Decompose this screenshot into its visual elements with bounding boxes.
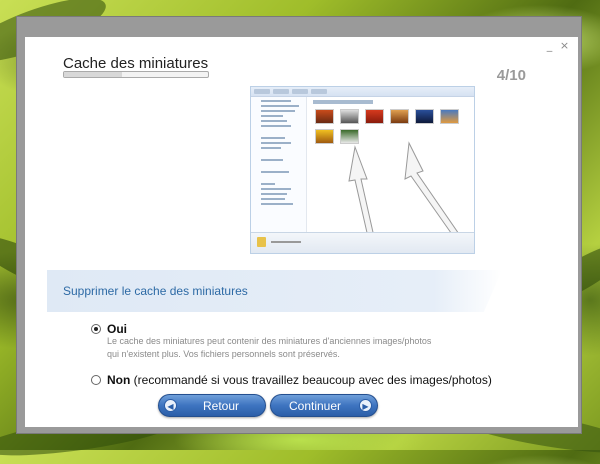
progress-fill xyxy=(64,72,122,77)
explorer-preview-image xyxy=(250,86,475,254)
back-button-label: Retour xyxy=(202,398,240,413)
window-controls: _ × xyxy=(544,40,570,52)
page-title: Cache des miniatures xyxy=(63,55,209,72)
radio-yes[interactable] xyxy=(91,324,101,334)
step-counter: 4/10 xyxy=(496,67,526,84)
progress-bar xyxy=(63,71,209,78)
wizard-dialog: _ × Cache des miniatures 4/10 Supprimer … xyxy=(25,37,578,427)
continue-button[interactable]: Continuer ▶ xyxy=(270,394,378,417)
arrow-right-icon: ▶ xyxy=(359,399,372,412)
option-yes-label: Oui xyxy=(107,322,127,336)
option-no[interactable]: Non (recommandé si vous travaillez beauc… xyxy=(91,373,492,387)
close-button[interactable]: × xyxy=(559,40,570,52)
minimize-button[interactable]: _ xyxy=(544,40,555,52)
preview-statusbar xyxy=(251,232,474,253)
description-line: Le cache des miniatures peut contenir de… xyxy=(107,336,432,346)
option-yes-description: Le cache des miniatures peut contenir de… xyxy=(107,335,447,361)
arrow-shape xyxy=(404,141,462,241)
continue-button-label: Continuer xyxy=(288,398,342,413)
option-no-hint: (recommandé si vous travaillez beaucoup … xyxy=(130,373,492,387)
radio-no[interactable] xyxy=(91,375,101,385)
arrow-left-icon: ◀ xyxy=(164,399,177,412)
back-button[interactable]: ◀ Retour xyxy=(158,394,266,417)
option-no-label: Non xyxy=(107,373,131,387)
pointer-arrows xyxy=(348,141,462,253)
description-line: qui n'existent plus. Vos fichiers person… xyxy=(107,349,340,359)
option-yes[interactable]: Oui xyxy=(91,322,127,336)
section-title: Supprimer le cache des miniatures xyxy=(63,284,248,298)
